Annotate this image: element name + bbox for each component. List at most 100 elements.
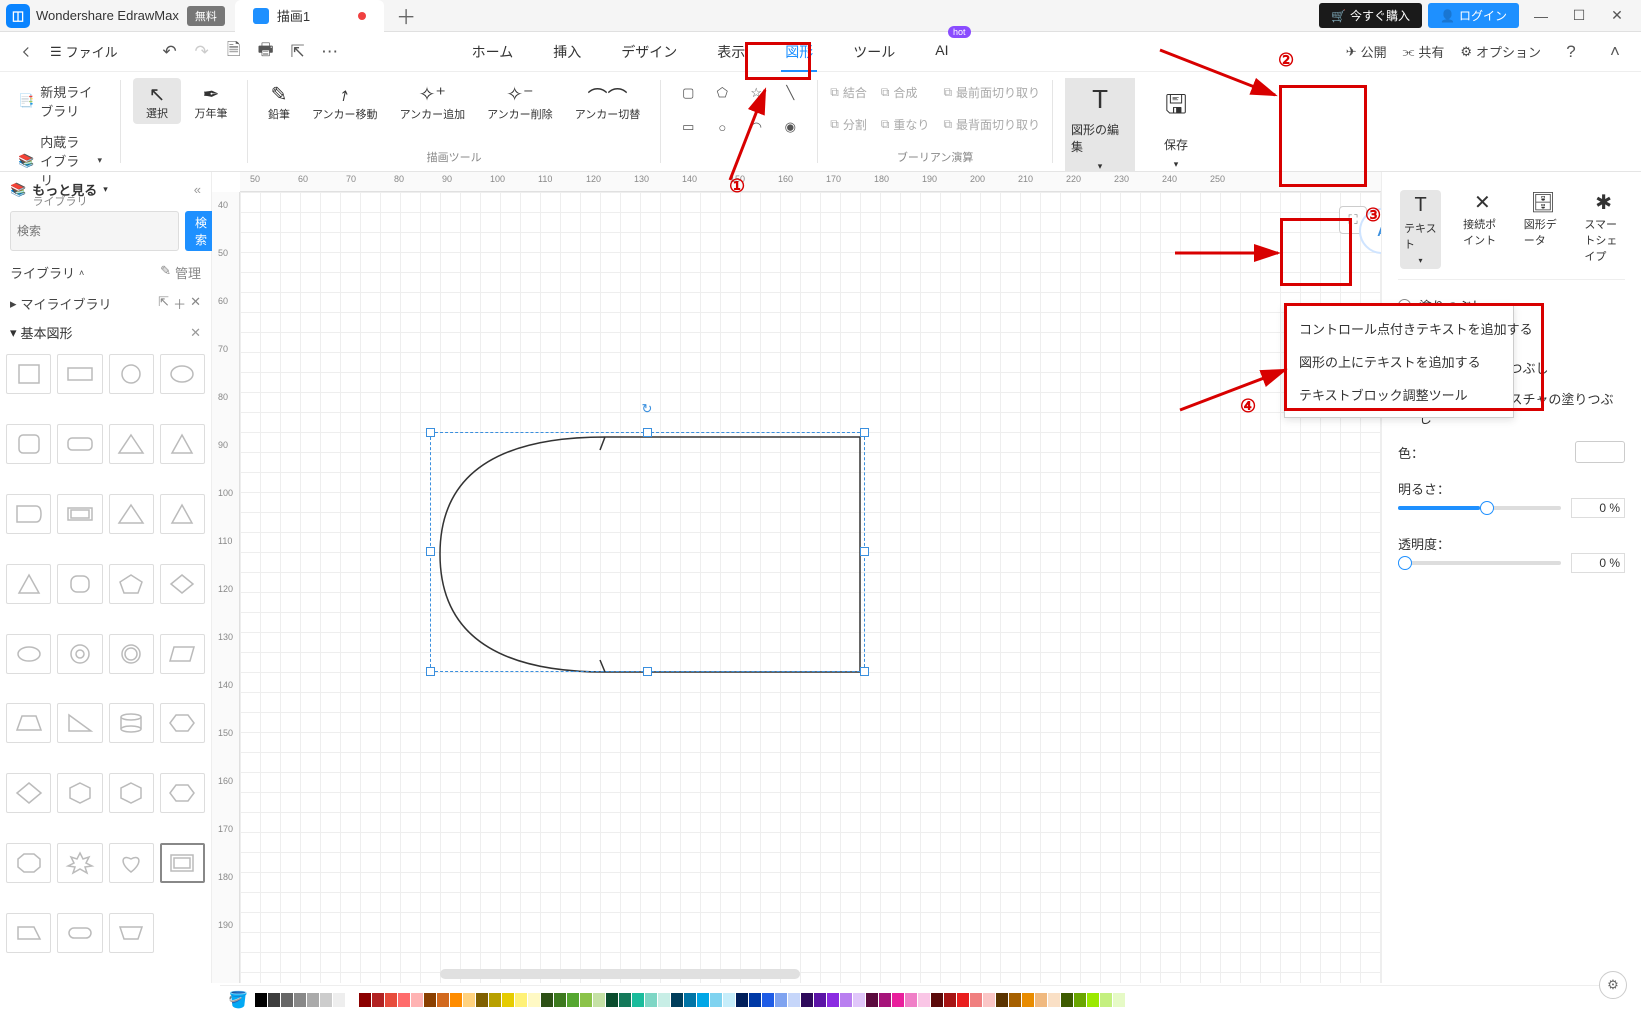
color-swatch[interactable]	[866, 993, 878, 1007]
color-swatch[interactable]	[567, 993, 579, 1007]
color-swatch[interactable]	[762, 993, 774, 1007]
palette-diamond2[interactable]	[6, 773, 51, 813]
color-swatch[interactable]	[944, 993, 956, 1007]
palette-hex4[interactable]	[160, 773, 205, 813]
palette-shape[interactable]	[57, 494, 102, 534]
color-swatch[interactable]	[736, 993, 748, 1007]
anchor-delete-tool[interactable]: ✧⁻アンカー削除	[479, 78, 561, 126]
color-swatch[interactable]	[788, 993, 800, 1007]
shape-pentagon[interactable]: ⬠	[707, 78, 737, 108]
color-swatch[interactable]	[632, 993, 644, 1007]
shape-spiral[interactable]: ◉	[775, 112, 805, 142]
palette-diamond[interactable]	[160, 564, 205, 604]
palette-cylinder[interactable]	[109, 703, 154, 743]
rp-tab-data[interactable]: 🗄図形データ	[1524, 190, 1563, 248]
more-link[interactable]: もっと見る	[32, 180, 97, 199]
share-button[interactable]: ⫘共有	[1403, 42, 1445, 61]
palette-octagon[interactable]	[6, 843, 51, 883]
brush-tool[interactable]: ✒万年筆	[187, 78, 235, 124]
palette-burst[interactable]	[57, 843, 102, 883]
close-basic-shapes-button[interactable]: ✕	[190, 325, 201, 341]
document-tab[interactable]: 描画1	[235, 0, 384, 32]
color-swatch[interactable]	[372, 993, 384, 1007]
color-swatch[interactable]	[853, 993, 865, 1007]
color-swatch[interactable]	[1575, 441, 1625, 463]
color-swatch[interactable]	[983, 993, 995, 1007]
palette-donut[interactable]	[57, 634, 102, 674]
palette-shape[interactable]	[6, 494, 51, 534]
popup-add-text-with-control[interactable]: コントロール点付きテキストを追加する	[1285, 312, 1513, 345]
opacity-value[interactable]: 0 %	[1571, 553, 1625, 573]
color-swatch[interactable]	[827, 993, 839, 1007]
shape-roundrect[interactable]: ▭	[673, 112, 703, 142]
popup-add-text-on-shape[interactable]: 図形の上にテキストを追加する	[1285, 345, 1513, 378]
color-swatch[interactable]	[424, 993, 436, 1007]
bool-combine[interactable]: ⧉結合	[830, 78, 867, 106]
palette-trap2[interactable]	[6, 913, 51, 953]
palette-parallelogram[interactable]	[160, 634, 205, 674]
back-button[interactable]	[12, 38, 40, 66]
login-button[interactable]: 👤ログイン	[1428, 3, 1519, 28]
color-swatch[interactable]	[606, 993, 618, 1007]
print-button[interactable]: 🖶	[252, 38, 280, 66]
collapse-left-panel-button[interactable]: «	[194, 182, 201, 197]
canvas[interactable]: ↻ ⛶ A	[240, 192, 1381, 983]
my-library-item[interactable]: マイライブラリ	[21, 294, 112, 313]
opacity-slider[interactable]	[1398, 561, 1561, 565]
color-swatch[interactable]	[502, 993, 514, 1007]
color-swatch[interactable]	[359, 993, 371, 1007]
palette-shape[interactable]	[57, 564, 102, 604]
color-swatch[interactable]	[684, 993, 696, 1007]
color-swatch[interactable]	[346, 993, 358, 1007]
bool-split[interactable]: ⧉分割	[830, 110, 867, 138]
anchor-switch-tool[interactable]: ⌒⌒アンカー切替	[567, 78, 649, 126]
horizontal-scrollbar[interactable]	[440, 969, 800, 979]
color-swatch[interactable]	[1022, 993, 1034, 1007]
export-button[interactable]: ⇱	[284, 38, 312, 66]
color-swatch[interactable]	[957, 993, 969, 1007]
palette-roundsq[interactable]	[6, 424, 51, 464]
palette-roundrect[interactable]	[57, 424, 102, 464]
window-minimize-button[interactable]: —	[1525, 0, 1557, 32]
color-swatch[interactable]	[411, 993, 423, 1007]
publish-button[interactable]: ✈公開	[1346, 42, 1387, 61]
export-lib-icon[interactable]: ⇱	[158, 294, 169, 313]
bool-compose[interactable]: ⧉合成	[881, 78, 930, 106]
color-swatch[interactable]	[619, 993, 631, 1007]
color-swatch[interactable]	[1074, 993, 1086, 1007]
tab-insert[interactable]: 挿入	[549, 34, 585, 70]
color-swatch[interactable]	[320, 993, 332, 1007]
color-swatch[interactable]	[268, 993, 280, 1007]
close-lib-icon[interactable]: ✕	[190, 294, 201, 313]
file-menu[interactable]: ☰ ファイル	[44, 42, 124, 61]
color-swatch[interactable]	[892, 993, 904, 1007]
color-swatch[interactable]	[749, 993, 761, 1007]
library-header[interactable]: ライブラリ	[10, 263, 75, 282]
shape-line[interactable]: ╲	[775, 78, 805, 108]
popup-textblock-adjust[interactable]: テキストブロック調整ツール	[1285, 378, 1513, 411]
bucket-icon[interactable]: 🪣	[228, 990, 248, 1010]
palette-rtriangle[interactable]	[57, 703, 102, 743]
tab-design[interactable]: デザイン	[617, 34, 681, 70]
palette-hex3[interactable]	[109, 773, 154, 813]
tab-tool[interactable]: ツール	[849, 34, 899, 70]
shape-star[interactable]: ☆	[741, 78, 771, 108]
tab-shape[interactable]: 図形	[781, 34, 817, 70]
palette-ellipse[interactable]	[160, 354, 205, 394]
help-button[interactable]: ?	[1557, 38, 1585, 66]
color-swatch[interactable]	[658, 993, 670, 1007]
palette-rect[interactable]	[57, 354, 102, 394]
color-swatch[interactable]	[307, 993, 319, 1007]
more-button[interactable]: ⋯	[316, 38, 344, 66]
color-swatch[interactable]	[554, 993, 566, 1007]
manage-icon[interactable]: ✎	[160, 263, 171, 282]
rp-tab-close[interactable]: ✕接続ポイント	[1463, 190, 1502, 248]
color-swatch[interactable]	[450, 993, 462, 1007]
palette-hex2[interactable]	[57, 773, 102, 813]
color-swatch[interactable]	[1087, 993, 1099, 1007]
rp-tab-text[interactable]: Tテキスト▾	[1400, 190, 1441, 269]
select-tool[interactable]: ↖選択	[133, 78, 181, 124]
bool-overlap[interactable]: ⧉重なり	[881, 110, 930, 138]
palette-pentagon[interactable]	[109, 564, 154, 604]
color-swatch[interactable]	[1113, 993, 1125, 1007]
